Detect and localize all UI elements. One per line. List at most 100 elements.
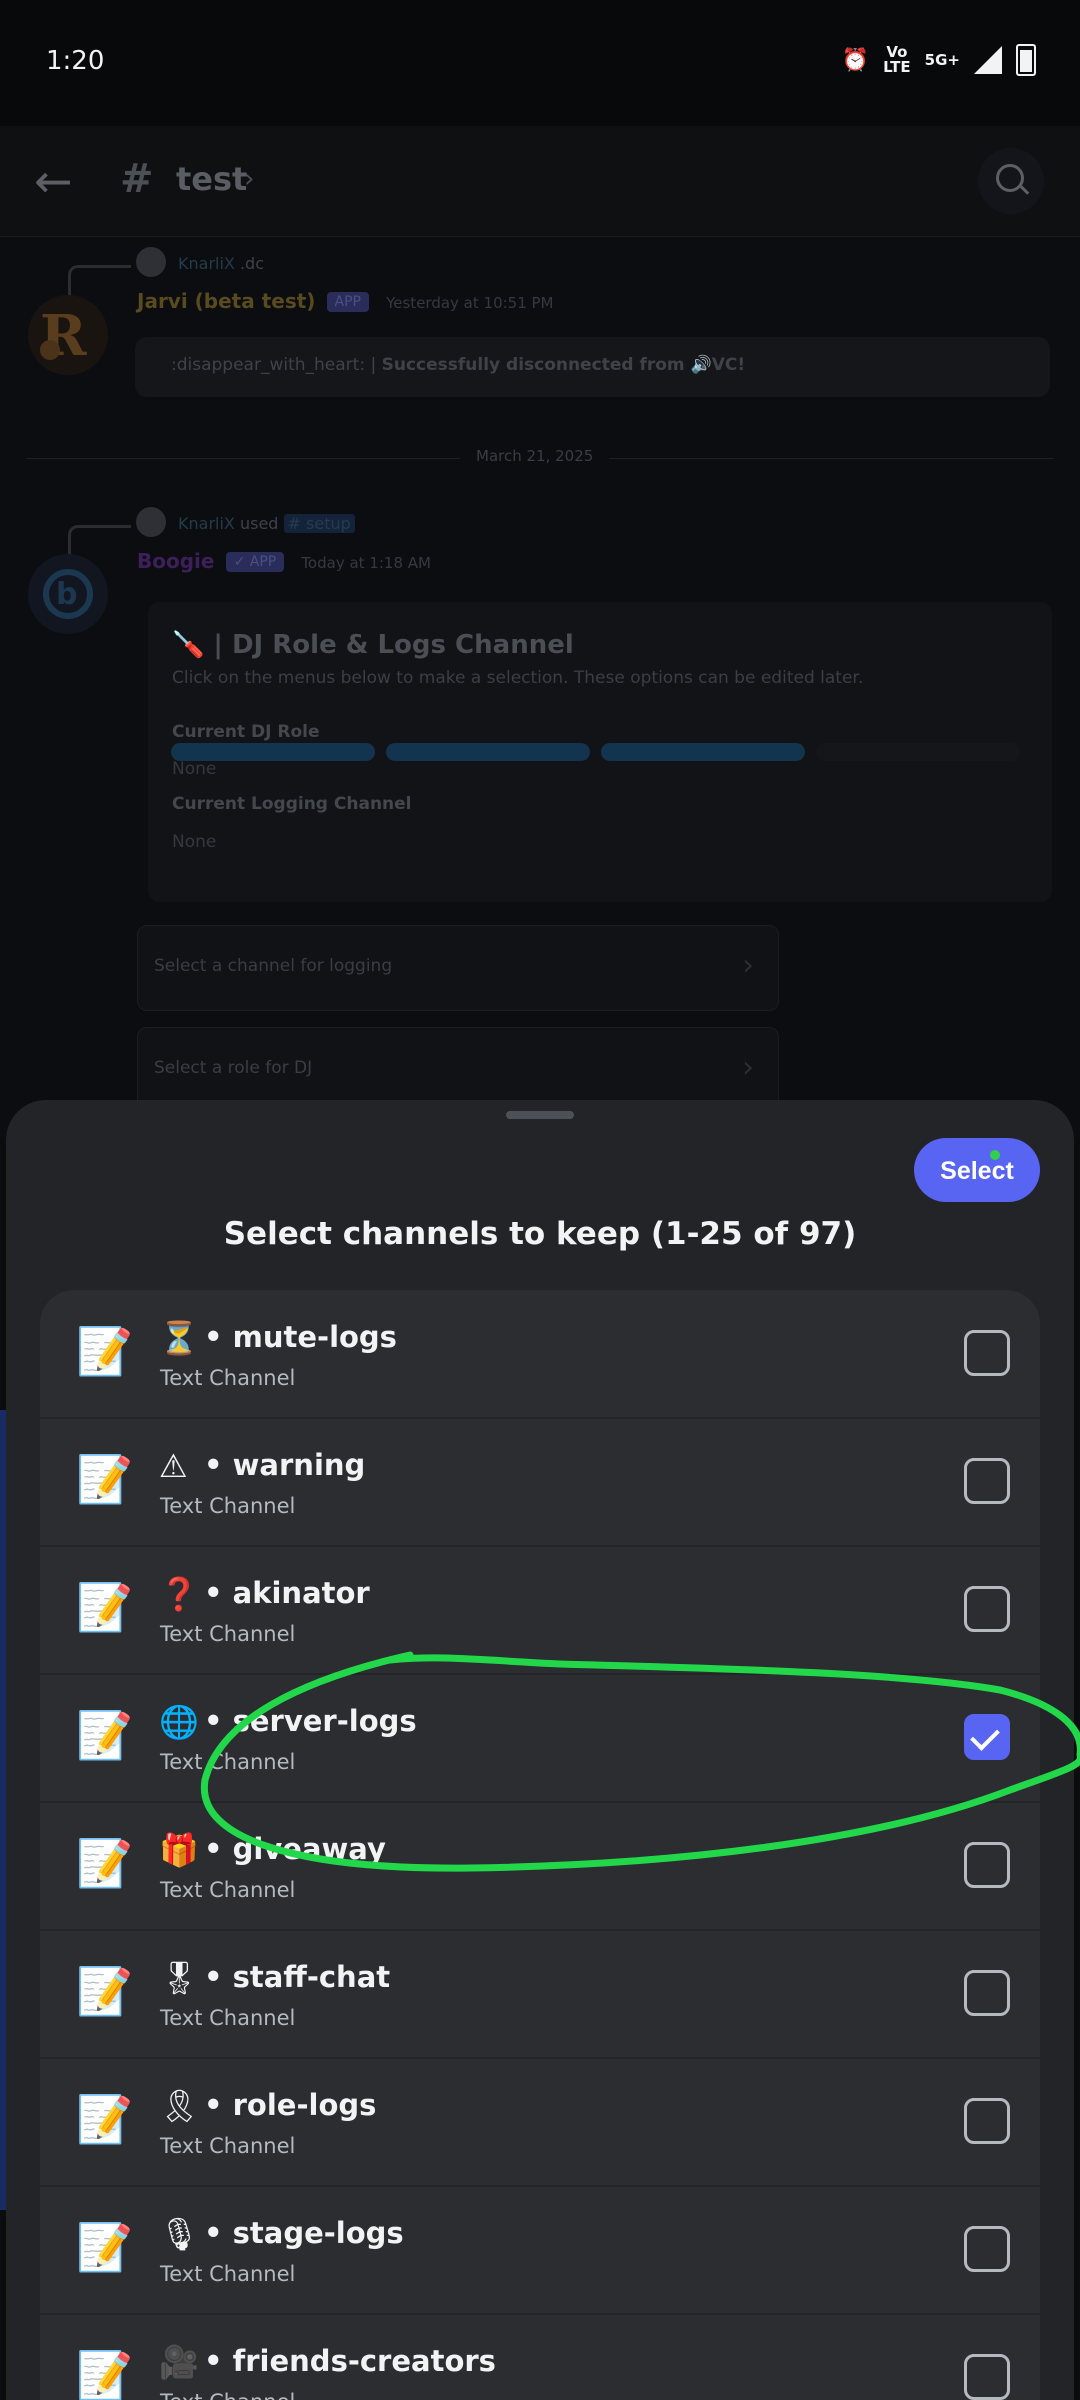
progress-segment [601, 743, 805, 761]
logging-channel-select[interactable]: Select a channel for logging › [137, 925, 779, 1011]
channel-hash-icon: # [120, 156, 154, 202]
alarm-icon: ⏰ [841, 47, 870, 73]
avatar[interactable]: b [28, 554, 108, 634]
field-name: Current DJ Role [172, 722, 320, 742]
reply-suffix: .dc [239, 254, 265, 273]
embed-title: 🪛 | DJ Role & Logs Channel [172, 630, 574, 660]
channel-checkbox[interactable] [964, 1330, 1010, 1376]
channel-name: • mute-logs [204, 1320, 397, 1354]
channel-row[interactable]: 📝 ❓ • akinator Text Channel [40, 1546, 1040, 1675]
channel-name: • stage-logs [204, 2216, 404, 2250]
embed-description: Click on the menus below to make a selec… [172, 668, 864, 688]
channel-type: Text Channel [160, 1622, 296, 1646]
memo-icon: 📝 [76, 1580, 134, 1634]
verified-app-badge: ✓ APP [225, 552, 285, 572]
date-divider: March 21, 2025 [460, 447, 610, 465]
chevron-right-icon: › [742, 1050, 754, 1085]
channel-name: • role-logs [204, 2088, 377, 2122]
reply-avatar [136, 507, 166, 537]
channel-type: Text Channel [160, 2262, 296, 2286]
channel-type: Text Channel [160, 1750, 296, 1774]
chevron-right-icon[interactable]: › [244, 164, 254, 194]
reply-username[interactable]: KnarliX [178, 514, 235, 533]
channel-emoji: 🌐 [159, 1703, 199, 1741]
channel-row[interactable]: 📝 🎥 • friends-creators Text Channel [40, 2314, 1040, 2400]
chevron-right-icon: › [742, 948, 754, 983]
channel-row[interactable]: 📝 🎗 • role-logs Text Channel [40, 2058, 1040, 2187]
memo-icon: 📝 [76, 2092, 134, 2146]
field-value: None [172, 759, 217, 779]
channel-name: • staff-chat [204, 1960, 391, 1994]
command-mention[interactable]: # setup [283, 514, 355, 533]
channel-name: • warning [204, 1448, 366, 1482]
notification-dot [990, 1150, 1000, 1160]
memo-icon: 📝 [76, 1964, 134, 2018]
progress-segment [386, 743, 590, 761]
field-name: Current Logging Channel [172, 794, 412, 814]
channel-type: Text Channel [160, 1494, 296, 1518]
message-bubble: :disappear_with_heart: | Successfully di… [135, 337, 1050, 397]
channel-checkbox[interactable] [964, 2226, 1010, 2272]
drag-handle[interactable] [506, 1111, 574, 1119]
progress-segment [816, 743, 1020, 761]
channel-emoji: 🎁 [159, 1831, 199, 1869]
timestamp: Today at 1:18 AM [301, 554, 431, 572]
author-name[interactable]: Jarvi (beta test) [137, 289, 315, 313]
sheet-title: Select channels to keep (1-25 of 97) [223, 1216, 857, 1252]
signal-icon [974, 46, 1002, 74]
volte-icon: Vo LTE [883, 43, 911, 76]
channel-checkbox[interactable] [964, 1842, 1010, 1888]
reply-used: used [239, 514, 279, 533]
channel-row[interactable]: 📝 🎖 • staff-chat Text Channel [40, 1930, 1040, 2059]
progress-segment [171, 743, 375, 761]
channel-row[interactable]: 📝 🎙 • stage-logs Text Channel [40, 2186, 1040, 2315]
channel-type: Text Channel [160, 2006, 296, 2030]
channel-checkbox[interactable] [964, 2354, 1010, 2400]
channel-name: • giveaway [204, 1832, 386, 1866]
channel-row[interactable]: 📝 ⚠ • warning Text Channel [40, 1418, 1040, 1547]
channel-row[interactable]: 📝 ⏳ • mute-logs Text Channel [40, 1290, 1040, 1419]
channel-header: ← # test › [0, 126, 1080, 237]
channel-title[interactable]: test [176, 160, 247, 198]
app-badge: APP [326, 292, 369, 312]
channel-row[interactable]: 📝 🌐 • server-logs Text Channel [40, 1674, 1040, 1803]
fiveg-icon: 5G+ [924, 50, 960, 69]
reply-username[interactable]: KnarliX [178, 254, 235, 273]
memo-icon: 📝 [76, 1836, 134, 1890]
reply-avatar [136, 247, 166, 277]
channel-select-sheet: Select Select channels to keep (1-25 of … [6, 1100, 1074, 2400]
channel-emoji: 🎥 [159, 2343, 199, 2381]
channel-emoji: 🎖 [159, 1959, 200, 1997]
avatar[interactable]: R [28, 295, 108, 375]
channel-list: 📝 ⏳ • mute-logs Text Channel 📝 ⚠ • warni… [40, 1290, 1040, 2400]
memo-icon: 📝 [76, 2348, 134, 2400]
select-button[interactable]: Select [914, 1138, 1040, 1202]
back-arrow-icon[interactable]: ← [34, 156, 84, 206]
channel-row[interactable]: 📝 🎁 • giveaway Text Channel [40, 1802, 1040, 1931]
channel-emoji: 🎙 [159, 2215, 200, 2253]
channel-emoji: 🎗 [159, 2087, 200, 2125]
status-bar: 1:20 ⏰ Vo LTE 5G+ [0, 0, 1080, 126]
battery-icon [1016, 44, 1036, 76]
svg-text:b: b [56, 577, 77, 612]
status-time: 1:20 [46, 46, 105, 76]
channel-checkbox[interactable] [964, 1586, 1010, 1632]
memo-icon: 📝 [76, 1708, 134, 1762]
channel-emoji: ⚠ [159, 1447, 188, 1485]
channel-checkbox[interactable] [964, 2098, 1010, 2144]
channel-emoji: ❓ [159, 1575, 199, 1613]
channel-checkbox-checked[interactable] [964, 1714, 1010, 1760]
memo-icon: 📝 [76, 2220, 134, 2274]
reply-connector [68, 265, 131, 298]
channel-checkbox[interactable] [964, 1458, 1010, 1504]
channel-type: Text Channel [160, 1878, 296, 1902]
search-icon[interactable] [978, 148, 1044, 214]
channel-checkbox[interactable] [964, 1970, 1010, 2016]
author-name[interactable]: Boogie [137, 549, 214, 573]
status-icons: ⏰ Vo LTE 5G+ [842, 44, 1036, 76]
channel-type: Text Channel [160, 2134, 296, 2158]
channel-name: • friends-creators [204, 2344, 496, 2378]
field-value: None [172, 832, 217, 852]
memo-icon: 📝 [76, 1324, 134, 1378]
channel-name: • akinator [204, 1576, 370, 1610]
